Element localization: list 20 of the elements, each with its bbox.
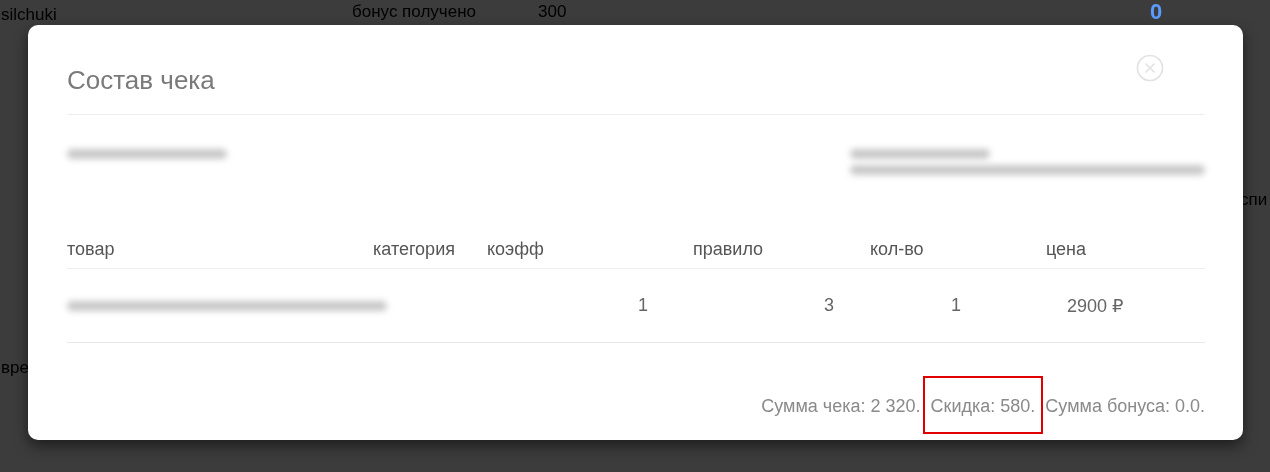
column-header: категория — [373, 239, 456, 260]
summary-text: Сумма бонуса: 0.0. — [1045, 396, 1205, 417]
column-header: товар — [67, 239, 116, 260]
column-header: правило — [693, 239, 765, 260]
table-cell: 1 — [638, 295, 648, 315]
background-text: silchuki — [1, 5, 57, 25]
background-text: бонус получено — [352, 2, 476, 22]
dialog-title: Состав чека — [67, 65, 215, 96]
summary-text: Сумма чека: 2 320. — [761, 396, 921, 417]
column-header: кол-во — [870, 239, 925, 260]
background-text: 0 — [1150, 0, 1163, 24]
background-text: 300 — [538, 2, 567, 22]
table-cell: 1 — [951, 295, 961, 315]
summary-text: Скидка: 580. — [922, 376, 1044, 434]
background-text: вре — [1, 358, 29, 378]
column-header: цена — [1046, 239, 1088, 260]
column-header: коэфф — [487, 239, 545, 260]
table-cell: 2900 ₽ — [1067, 295, 1124, 316]
close-icon[interactable] — [1136, 54, 1164, 82]
table-cell: 3 — [824, 295, 834, 315]
